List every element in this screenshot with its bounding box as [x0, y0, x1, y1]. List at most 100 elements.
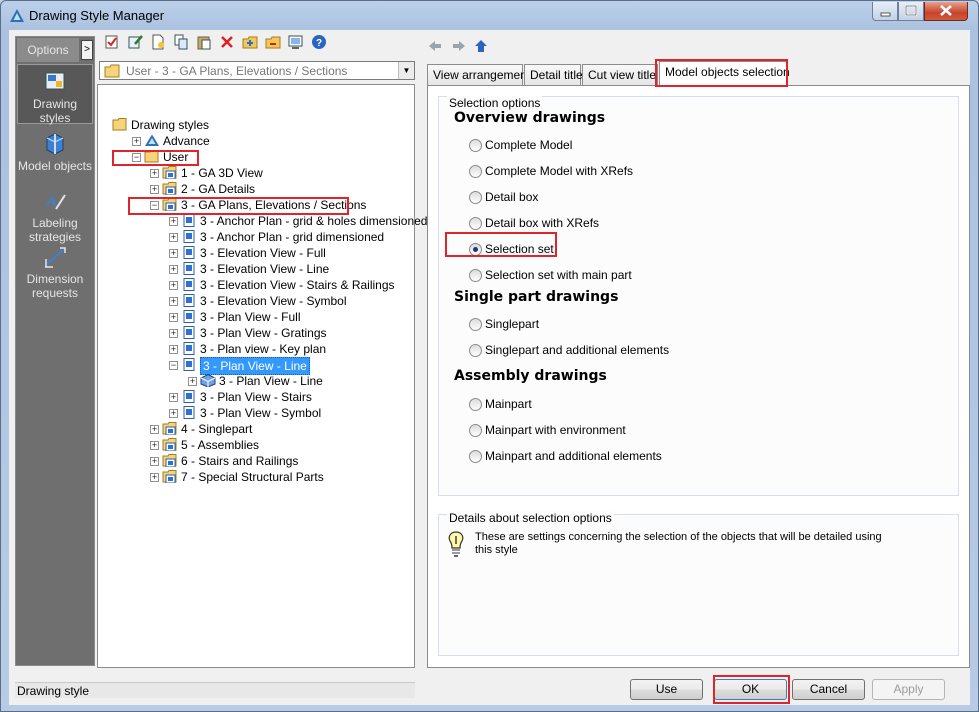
collapse-icon[interactable]: − — [132, 153, 141, 162]
expand-icon[interactable]: + — [169, 265, 178, 274]
expand-icon[interactable]: + — [169, 233, 178, 242]
nav-drawing-styles-label: Drawing styles — [32, 97, 77, 125]
minimize-button[interactable] — [872, 2, 898, 21]
options-expand-button[interactable]: > — [81, 40, 93, 60]
expand-icon[interactable]: + — [169, 329, 178, 338]
drawing-styles-tree[interactable]: Drawing styles + Advance − User +1 - GA 3D Vi… — [97, 84, 427, 668]
nav-labeling-strategies[interactable]: A Labeling strategies — [17, 189, 93, 244]
new-icon[interactable] — [149, 34, 167, 52]
forward-arrow-icon[interactable] — [453, 41, 465, 51]
tree-node-label: 4 - Singlepart — [181, 422, 253, 436]
folder-export-icon[interactable] — [264, 34, 282, 52]
expand-icon[interactable]: + — [169, 281, 178, 290]
radio-button[interactable] — [469, 398, 482, 411]
radio-button[interactable] — [469, 269, 482, 282]
copy-icon[interactable] — [172, 34, 190, 52]
options-tab[interactable]: Options — [17, 38, 79, 62]
expand-icon[interactable]: + — [169, 345, 178, 354]
tab-detail-title[interactable]: Detail title — [524, 64, 583, 85]
nav-drawing-styles[interactable]: Drawing styles — [17, 64, 93, 125]
expand-icon[interactable]: + — [169, 409, 178, 418]
tree-node-label: 2 - GA Details — [181, 182, 256, 196]
up-arrow-icon[interactable] — [475, 40, 487, 52]
tree-node-label: 3 - Plan View - Line — [219, 374, 323, 388]
title-bar[interactable]: Drawing Style Manager — [1, 1, 978, 29]
maximize-icon — [904, 4, 918, 17]
nav-model-objects[interactable]: Model objects — [17, 132, 93, 182]
collapse-icon[interactable]: − — [150, 201, 159, 210]
tree-node-label: 3 - GA Plans, Elevations / Sections — [181, 198, 367, 212]
tree-node-label: 5 - Assemblies — [181, 438, 260, 452]
cancel-button[interactable]: Cancel — [792, 679, 865, 700]
folder-import-icon[interactable] — [241, 34, 259, 52]
tab-cut-view-title[interactable]: Cut view title — [582, 64, 658, 85]
expand-icon[interactable]: + — [132, 137, 141, 146]
radio-button[interactable] — [469, 318, 482, 331]
status-bar: Drawing style — [15, 682, 415, 698]
expand-icon[interactable]: + — [150, 441, 159, 450]
expand-icon[interactable]: + — [150, 473, 159, 482]
edit-icon[interactable] — [126, 34, 144, 52]
expand-icon[interactable]: + — [150, 457, 159, 466]
tree-node-label: 3 - Plan view - Key plan — [200, 342, 327, 356]
ok-button[interactable]: OK — [714, 679, 787, 700]
minimize-icon — [880, 12, 891, 17]
radio-button[interactable] — [469, 424, 482, 437]
tree-node-label: 6 - Stairs and Railings — [181, 454, 299, 468]
chevron-down-icon[interactable]: ▼ — [398, 62, 414, 79]
model-objects-icon — [46, 133, 64, 155]
close-icon — [940, 5, 952, 16]
radio-button[interactable] — [469, 191, 482, 204]
expand-icon[interactable]: + — [150, 425, 159, 434]
expand-icon[interactable]: + — [150, 185, 159, 194]
dialog-client: Options > Drawing styles Model objects A — [9, 30, 970, 705]
tab-model-objects-selection[interactable]: Model objects selection — [659, 61, 790, 86]
expand-icon[interactable]: + — [169, 313, 178, 322]
check-icon[interactable] — [103, 34, 121, 52]
tree-node-label: 3 - Elevation View - Symbol — [200, 294, 347, 308]
maximize-button[interactable] — [898, 2, 924, 21]
expand-icon[interactable]: + — [169, 393, 178, 402]
tab-page: Selection options Overview drawings Comp… — [427, 85, 970, 668]
expand-icon[interactable]: + — [169, 249, 178, 258]
collapse-icon[interactable]: − — [169, 361, 178, 370]
expand-icon[interactable]: + — [188, 377, 197, 386]
radio-button[interactable] — [469, 243, 482, 256]
delete-icon[interactable] — [218, 34, 236, 52]
tab-view-arrangement[interactable]: View arrangement — [427, 64, 530, 85]
radio-button[interactable] — [469, 344, 482, 357]
help-icon[interactable]: ? — [310, 34, 328, 52]
radio-label: Mainpart and additional elements — [485, 449, 662, 463]
drawing-style-combo[interactable]: User - 3 - GA Plans, Elevations / Sectio… — [99, 61, 415, 80]
lightbulb-icon — [448, 531, 464, 557]
use-button[interactable]: Use — [630, 679, 703, 700]
back-arrow-icon[interactable] — [429, 41, 441, 51]
radio-label: Mainpart with environment — [485, 423, 626, 437]
apply-button[interactable]: Apply — [872, 679, 945, 700]
tree-node-label: Drawing styles — [131, 118, 210, 132]
dimension-requests-icon — [45, 247, 66, 268]
app-icon — [10, 9, 24, 22]
preview-icon[interactable] — [287, 34, 305, 52]
radio-button[interactable] — [469, 165, 482, 178]
details-text: These are settings concerning the select… — [475, 531, 882, 556]
paste-icon[interactable] — [195, 34, 213, 52]
tree-node-label: 3 - Plan View - Gratings — [200, 326, 327, 340]
nav-dimension-requests[interactable]: Dimension requests — [17, 245, 93, 300]
radio-button[interactable] — [469, 450, 482, 463]
single-heading: Single part drawings — [454, 289, 619, 305]
radio-label: Complete Model — [485, 138, 573, 152]
tree-node-label: 3 - Plan View - Symbol — [200, 406, 322, 420]
details-group: Details about selection options These ar… — [438, 511, 959, 656]
expand-icon[interactable]: + — [150, 169, 159, 178]
tree-node-label: 3 - Elevation View - Line — [200, 262, 330, 276]
close-button[interactable] — [924, 2, 968, 21]
nav-model-objects-label: Model objects — [17, 159, 93, 173]
radio-button[interactable] — [469, 139, 482, 152]
nav-labeling-strategies-label: Labeling strategies — [28, 216, 82, 244]
expand-icon[interactable]: + — [169, 217, 178, 226]
expand-icon[interactable]: + — [169, 297, 178, 306]
history-navigation — [427, 38, 497, 57]
svg-text:A: A — [46, 194, 57, 210]
radio-button[interactable] — [469, 217, 482, 230]
